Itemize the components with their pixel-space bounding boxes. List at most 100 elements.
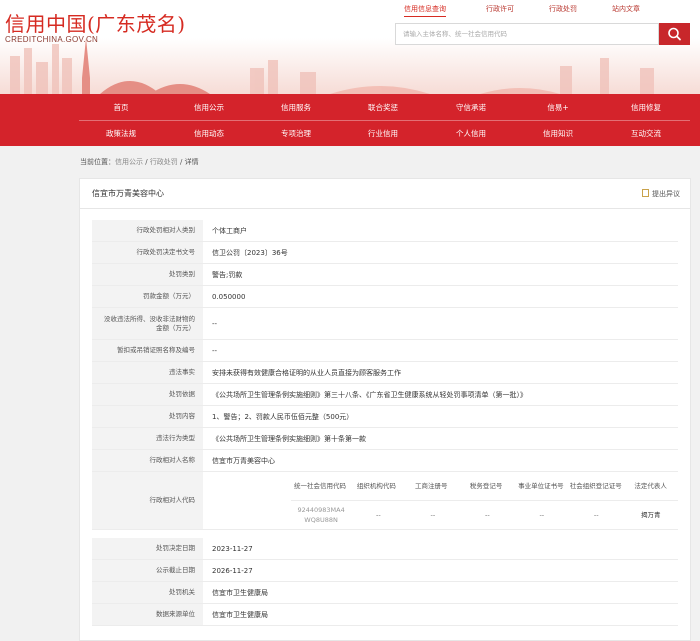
breadcrumb: 当前位置：信用公示 / 行政处罚 / 详情 xyxy=(80,157,199,167)
entity-code-table: 统一社会信用代码 组织机构代码 工商注册号 税务登记号 事业单位证书号 社会组织… xyxy=(291,472,678,529)
site-header: 信用中国(广东茂名) CREDITCHINA.GOV.CN 信用信息查询 行政许… xyxy=(0,0,700,94)
code-header-cell: 事业单位证书号 xyxy=(518,482,564,490)
field-value: 2026-11-27 xyxy=(212,566,253,575)
field-label: 罚款金额（万元） xyxy=(92,286,203,307)
nav-interaction[interactable]: 互动交流 xyxy=(603,128,689,139)
tab-credit-query[interactable]: 信用信息查询 xyxy=(404,4,446,17)
field-value: 信宜市万青美容中心 xyxy=(212,456,275,465)
detail-row: 数据来源单位 信宜市卫生健康局 xyxy=(92,604,678,626)
detail-row: 处罚依据 《公共场所卫生管理条例实施细则》第三十八条、《广东省卫生健康系统从轻处… xyxy=(92,384,678,406)
code-value-cell: -- xyxy=(484,511,490,519)
nav-credit-service[interactable]: 信用服务 xyxy=(253,102,339,113)
tab-admin-penalty[interactable]: 行政处罚 xyxy=(549,4,577,14)
field-value: 《公共场所卫生管理条例实施细则》第十条第一款 xyxy=(212,434,366,443)
code-table-header: 统一社会信用代码 组织机构代码 工商注册号 税务登记号 事业单位证书号 社会组织… xyxy=(291,472,678,501)
search-icon xyxy=(668,27,681,41)
field-value: 信宜市卫生健康局 xyxy=(212,610,268,619)
field-value: -- xyxy=(212,319,218,328)
detail-row: 公示截止日期 2026-11-27 xyxy=(92,560,678,582)
nav-credit-news[interactable]: 信用动态 xyxy=(166,128,252,139)
field-value: 《公共场所卫生管理条例实施细则》第三十八条、《广东省卫生健康系统从轻处罚事项清单… xyxy=(212,390,527,399)
code-header-cell: 法定代表人 xyxy=(634,482,667,490)
breadcrumb-current: 详情 xyxy=(184,158,199,166)
code-table-row: 92440983MA4WQ8U88N -- -- -- -- -- 揭万青 xyxy=(291,501,678,529)
breadcrumb-separator: / xyxy=(143,158,150,166)
breadcrumb-credit-disclosure[interactable]: 信用公示 xyxy=(115,158,143,166)
field-label: 处罚依据 xyxy=(92,384,203,405)
field-value: 0.050000 xyxy=(212,292,246,301)
field-label: 处罚内容 xyxy=(92,406,203,427)
raise-objection-label: 提出异议 xyxy=(652,190,680,198)
detail-row: 处罚内容 1、警告；2、罚款人民币伍佰元整（500元） xyxy=(92,406,678,428)
document-icon xyxy=(642,189,649,197)
code-header-cell: 税务登记号 xyxy=(469,482,503,490)
field-label: 行政处罚相对人类别 xyxy=(92,220,203,241)
field-value: 1、警告；2、罚款人民币伍佰元整（500元） xyxy=(212,412,354,421)
field-label: 数据来源单位 xyxy=(92,604,203,625)
field-value: -- xyxy=(212,346,218,355)
nav-divider xyxy=(79,120,690,121)
site-logo-domain: CREDITCHINA.GOV.CN xyxy=(5,35,99,44)
field-label: 处罚类别 xyxy=(92,264,203,285)
entity-name-title: 信宜市万青美容中心 xyxy=(92,189,164,198)
breadcrumb-separator: / xyxy=(177,158,185,166)
search-button[interactable] xyxy=(659,23,690,45)
nav-policies[interactable]: 政策法规 xyxy=(78,128,164,139)
search-type-tabs: 信用信息查询 行政许可 行政处罚 站内文章 xyxy=(380,4,700,17)
title-divider xyxy=(80,208,690,209)
field-value: 信宜市卫生健康局 xyxy=(212,588,268,597)
nav-credit-knowledge[interactable]: 信用知识 xyxy=(515,128,601,139)
nav-credit-disclosure[interactable]: 信用公示 xyxy=(166,102,252,113)
main-navigation: 首页 信用公示 信用服务 联合奖惩 守信承诺 信易+ 信用修复 政策法规 信用动… xyxy=(0,94,700,146)
detail-row: 行政处罚相对人类别 个体工商户 xyxy=(92,220,678,242)
nav-personal-credit[interactable]: 个人信用 xyxy=(428,128,514,139)
code-header-cell: 工商注册号 xyxy=(415,482,448,490)
field-label: 暂扣或吊销证照名称及编号 xyxy=(92,340,203,361)
detail-row: 行政相对人名称 信宜市万青美容中心 xyxy=(92,450,678,472)
field-value: 信卫公罚〔2023〕36号 xyxy=(212,248,288,257)
field-label: 处罚决定日期 xyxy=(92,538,203,559)
code-value-cell: -- xyxy=(593,511,599,519)
detail-row: 暂扣或吊销证照名称及编号 -- xyxy=(92,340,678,362)
nav-industry-credit[interactable]: 行业信用 xyxy=(340,128,426,139)
field-value: 2023-11-27 xyxy=(212,544,253,553)
search-input[interactable]: 请输入主体名称、统一社会信用代码 xyxy=(395,23,659,45)
field-label: 违法事实 xyxy=(92,362,203,383)
raise-objection-button[interactable]: 提出异议 xyxy=(642,189,680,199)
breadcrumb-admin-penalty[interactable]: 行政处罚 xyxy=(150,158,178,166)
code-value-cell: 92440983MA4WQ8U88N xyxy=(297,506,345,524)
code-header-cell: 社会组织登记证号 xyxy=(569,482,622,490)
code-header-cell: 组织机构代码 xyxy=(356,482,396,490)
penalty-detail-panel: 信宜市万青美容中心 提出异议 行政处罚相对人类别 个体工商户 行政处罚决定书文号… xyxy=(79,178,691,641)
detail-row: 没收违法所得、没收非法财物的金额（万元） -- xyxy=(92,308,678,340)
nav-credit-commitment[interactable]: 守信承诺 xyxy=(428,102,514,113)
nav-credit-repair[interactable]: 信用修复 xyxy=(603,102,689,113)
field-label: 没收违法所得、没收非法财物的金额（万元） xyxy=(92,308,203,339)
detail-row-entity-codes: 行政相对人代码 统一社会信用代码 组织机构代码 工商注册号 税务登记号 事业单位… xyxy=(92,472,678,530)
detail-row: 违法行为类型 《公共场所卫生管理条例实施细则》第十条第一款 xyxy=(92,428,678,450)
nav-joint-reward-punish[interactable]: 联合奖惩 xyxy=(340,102,426,113)
field-label: 处罚机关 xyxy=(92,582,203,603)
field-label: 行政处罚决定书文号 xyxy=(92,242,203,263)
tab-site-articles[interactable]: 站内文章 xyxy=(612,4,640,14)
code-value-cell: -- xyxy=(430,511,436,519)
nav-special-governance[interactable]: 专项治理 xyxy=(253,128,339,139)
field-value: 个体工商户 xyxy=(212,226,247,235)
field-label: 违法行为类型 xyxy=(92,428,203,449)
code-header-cell: 统一社会信用代码 xyxy=(294,482,346,490)
code-value-cell: -- xyxy=(539,511,545,519)
nav-credit-easy[interactable]: 信易+ xyxy=(515,102,601,113)
detail-row: 行政处罚决定书文号 信卫公罚〔2023〕36号 xyxy=(92,242,678,264)
field-value: 警告;罚款 xyxy=(212,270,243,279)
detail-row: 处罚机关 信宜市卫生健康局 xyxy=(92,582,678,604)
field-label: 公示截止日期 xyxy=(92,560,203,581)
field-value: 安排未获得有效健康合格证明的从业人员直接为顾客服务工作 xyxy=(212,368,401,377)
field-label: 行政相对人名称 xyxy=(92,450,203,471)
breadcrumb-prefix: 当前位置： xyxy=(80,158,115,166)
detail-row: 违法事实 安排未获得有效健康合格证明的从业人员直接为顾客服务工作 xyxy=(92,362,678,384)
site-logo-title[interactable]: 信用中国(广东茂名) xyxy=(5,8,186,37)
detail-row: 处罚决定日期 2023-11-27 xyxy=(92,538,678,560)
nav-home[interactable]: 首页 xyxy=(78,102,164,113)
tab-admin-license[interactable]: 行政许可 xyxy=(486,4,514,14)
code-value-cell: 揭万青 xyxy=(640,511,661,519)
